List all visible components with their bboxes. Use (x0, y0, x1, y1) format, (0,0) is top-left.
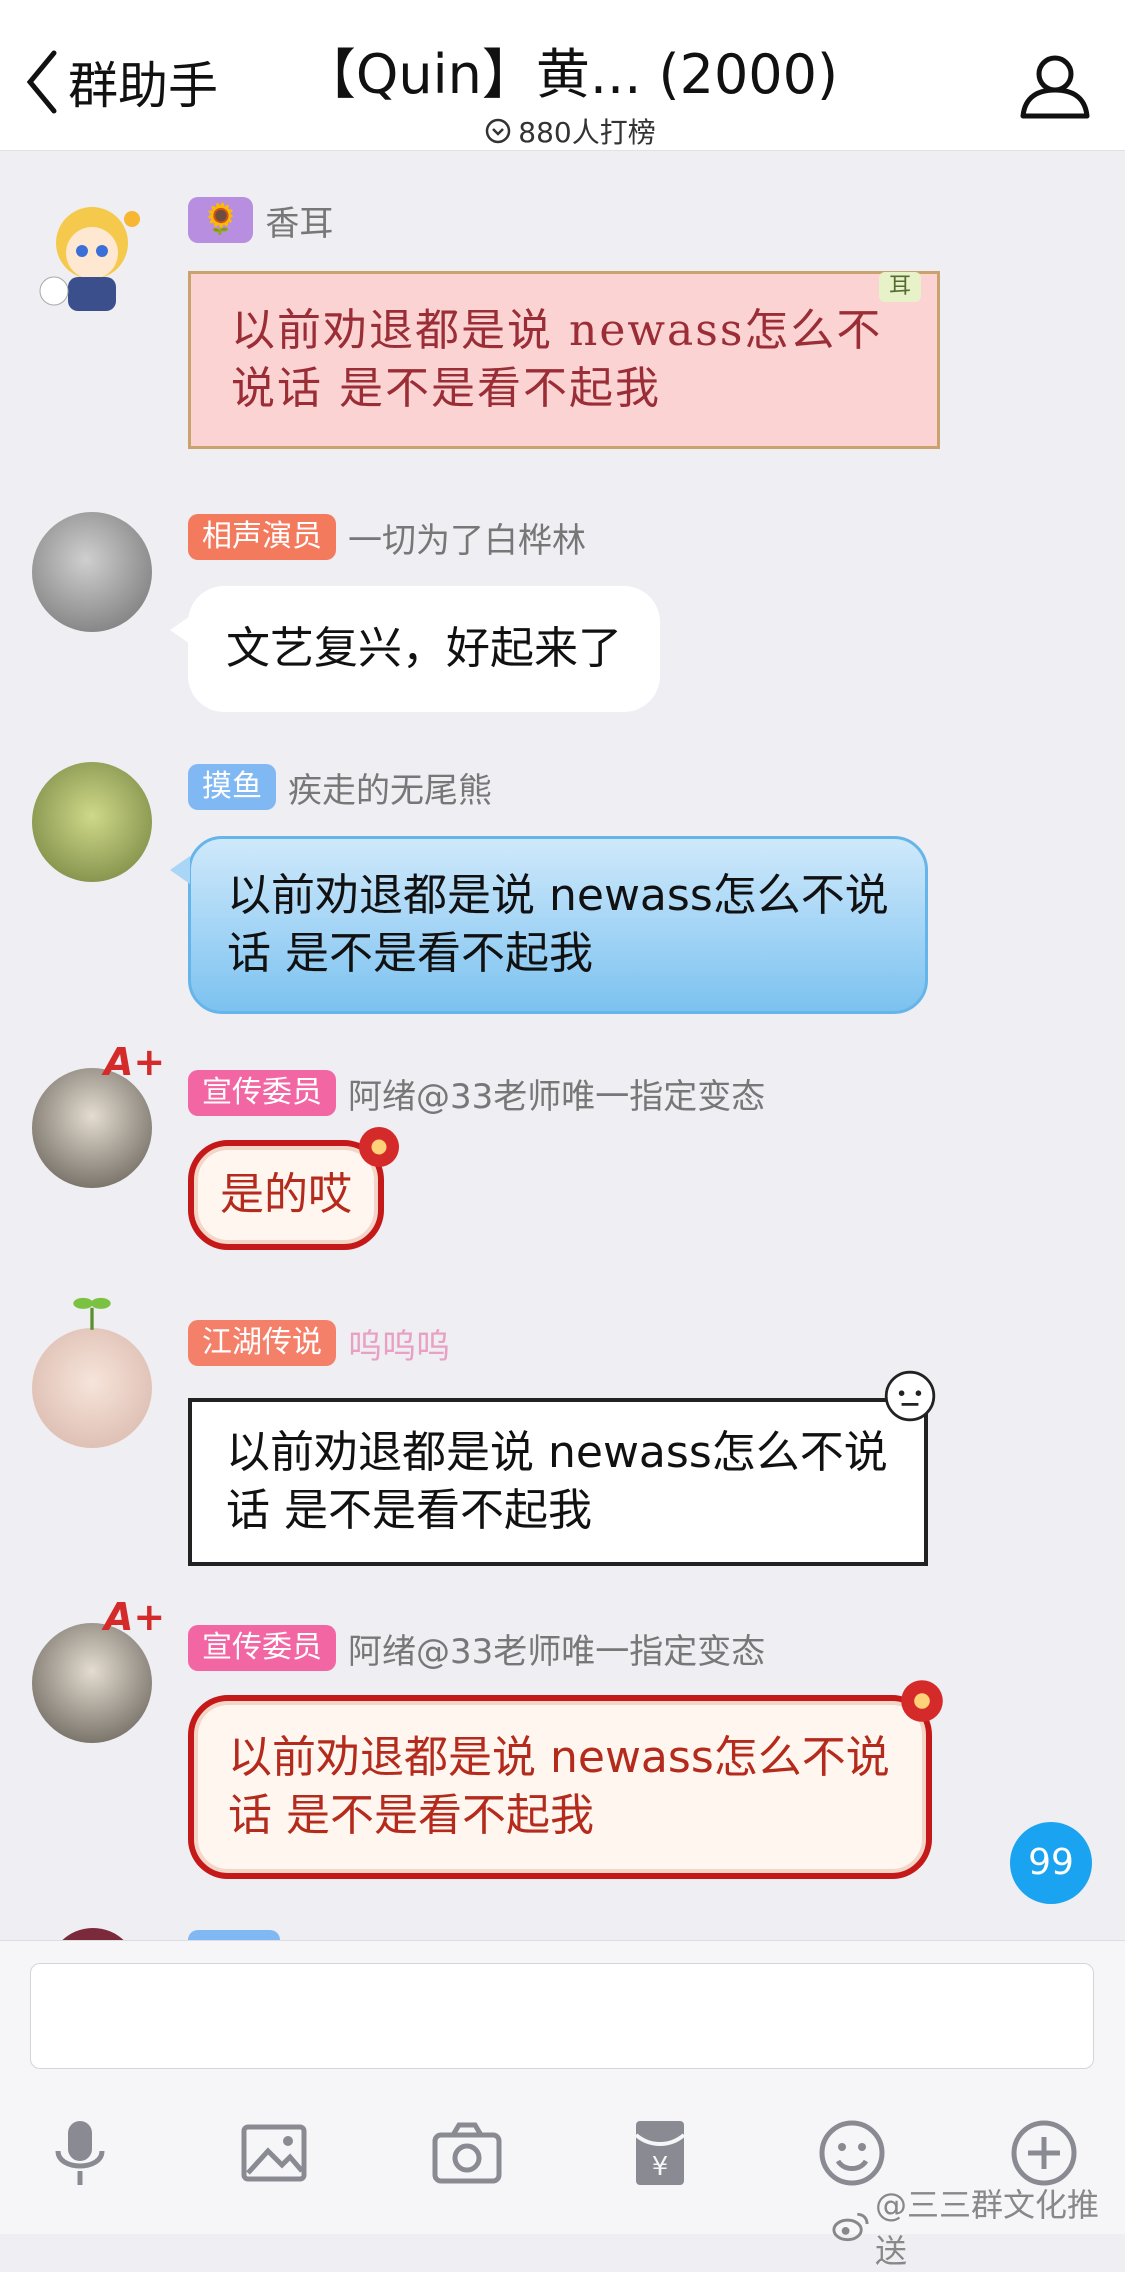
message-bubble[interactable]: 以前劝退都是说 newass怎么不说话 是不是看不起我 (188, 1370, 936, 1566)
group-profile-icon[interactable] (1015, 50, 1095, 120)
camera-icon (432, 2122, 502, 2184)
message-text: 以前劝退都是说 newass怎么不说话 是不是看不起我 (231, 305, 883, 414)
message-bubble[interactable]: 以前劝退都是说 newass怎么不说话 是不是看不起我 (188, 1680, 943, 1879)
partial-message (0, 1924, 1125, 1940)
message-meta: 相声演员 一切为了白桦林 (188, 512, 586, 562)
avatar-mark: A+ (104, 1595, 166, 1639)
avatar[interactable] (32, 195, 152, 315)
sender-name[interactable]: 阿绪@33老师唯一指定变态 (348, 1069, 765, 1118)
message-input[interactable] (30, 1963, 1094, 2069)
member-badge: 摸鱼 (188, 764, 276, 810)
avatar-mark: A+ (104, 1040, 166, 1084)
red-packet-icon: ¥ (634, 2121, 686, 2185)
message-meta: 宣传委员 阿绪@33老师唯一指定变态 (188, 1623, 765, 1673)
avatar[interactable] (32, 762, 152, 882)
message-bubble[interactable]: 以前劝退都是说 newass怎么不说话 是不是看不起我 (188, 836, 928, 1014)
message-text: 以前劝退都是说 newass怎么不说话 是不是看不起我 (227, 870, 889, 979)
chat-header: 群助手 【Quin】黄... (2000) 880人打榜 (0, 0, 1125, 151)
red-packet-button[interactable]: ¥ (620, 2113, 700, 2193)
back-button[interactable]: 群助手 (22, 46, 218, 118)
message-text: 是的哎 (220, 1169, 352, 1220)
member-badge: 相声演员 (188, 514, 336, 560)
bubble-tag: 耳 (878, 272, 921, 302)
avatar[interactable] (32, 1623, 152, 1743)
avatar[interactable] (32, 1328, 152, 1448)
watermark: @三三群文化推送 (830, 2180, 1125, 2272)
sender-name[interactable]: 香耳 (265, 196, 333, 245)
message-meta: 江湖传说 呜呜呜 (188, 1318, 450, 1368)
message-bubble[interactable]: 以前劝退都是说 newass怎么不说话 是不是看不起我 耳 (188, 271, 940, 449)
chat-title: 【Quin】黄... (2000) (301, 43, 839, 106)
avatar[interactable] (32, 512, 152, 632)
sticker-face-icon (884, 1370, 936, 1422)
camera-button[interactable] (427, 2113, 507, 2193)
weibo-icon (832, 2212, 869, 2242)
sender-name[interactable]: 阿绪@33老师唯一指定变态 (348, 1624, 765, 1673)
microphone-button[interactable] (40, 2113, 120, 2193)
microphone-icon (55, 2121, 105, 2185)
member-badge: 宣传委员 (188, 1070, 336, 1116)
member-badge: 江湖传说 (188, 1320, 336, 1366)
unread-count-badge[interactable]: 99 (1010, 1822, 1092, 1904)
svg-text:¥: ¥ (652, 2152, 669, 2182)
message-bubble[interactable]: 是的哎 (188, 1127, 399, 1250)
message-text: 文艺复兴，好起来了 (226, 623, 622, 674)
flower-decoration-icon (901, 1680, 943, 1722)
bubble-tail (170, 856, 190, 884)
image-button[interactable] (234, 2113, 314, 2193)
sprout-icon (73, 1297, 111, 1330)
message-bubble[interactable]: 文艺复兴，好起来了 (188, 586, 660, 712)
chat-title-area[interactable]: 【Quin】黄... (2000) 880人打榜 (290, 30, 850, 151)
bubble-tail (170, 616, 190, 644)
sender-name[interactable]: 一切为了白桦林 (348, 513, 586, 562)
back-label: 群助手 (68, 57, 218, 115)
chevron-left-icon (26, 50, 57, 114)
message-text: 以前劝退都是说 newass怎么不说话 是不是看不起我 (228, 1732, 890, 1841)
sender-name[interactable]: 疾走的无尾熊 (288, 763, 492, 812)
message-text: 以前劝退都是说 newass怎么不说话 是不是看不起我 (226, 1427, 888, 1536)
avatar[interactable] (32, 1068, 152, 1188)
message-meta: 宣传委员 阿绪@33老师唯一指定变态 (188, 1068, 765, 1118)
message-meta: 🌻 香耳 (188, 195, 333, 245)
sender-name[interactable]: 呜呜呜 (348, 1319, 450, 1368)
watermark-text: @三三群文化推送 (875, 2186, 1100, 2270)
chat-subtitle[interactable]: 880人打榜 (290, 111, 850, 151)
chevron-circle-icon (486, 118, 511, 144)
member-badge: 🌻 (188, 197, 254, 243)
message-meta: 摸鱼 疾走的无尾熊 (188, 762, 492, 812)
rank-count: 880人打榜 (518, 116, 656, 149)
image-icon (241, 2124, 307, 2182)
member-badge: 宣传委员 (188, 1625, 336, 1671)
flower-decoration-icon (359, 1127, 399, 1167)
